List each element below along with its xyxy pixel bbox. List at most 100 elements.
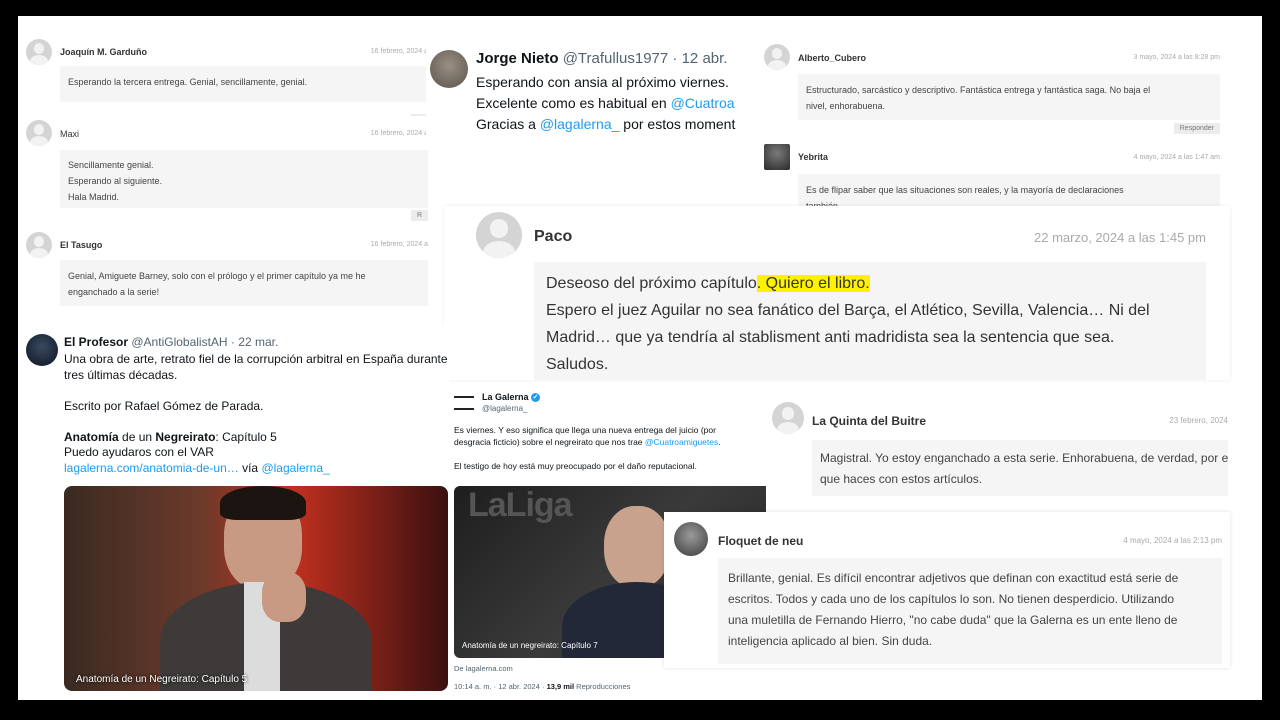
mention-link[interactable]: @Cuatroamiguetes — [645, 437, 718, 447]
tweet-text: . — [718, 437, 721, 447]
comment-line: Sencillamente genial. — [68, 160, 154, 170]
mention-link[interactable]: @lagalerna_ — [540, 116, 620, 132]
avatar — [764, 144, 790, 170]
mention-link[interactable]: @lagalerna_ — [261, 461, 329, 475]
comment-line: escritos. Todos y cada uno de los capítu… — [728, 592, 1175, 606]
comment-author: El Tasugo — [60, 240, 103, 250]
tweet-handle[interactable]: @AntiGlobalistAH — [131, 335, 227, 349]
tweet-timestamp[interactable]: 10:14 a. m. · 12 abr. 2024 · — [454, 682, 547, 691]
tweet-line: Escrito por Rafael Gómez de Parada. — [64, 398, 264, 413]
tweet-text: por estos moment — [619, 116, 736, 132]
comment-paco: Paco 22 marzo, 2024 a las 1:45 pm Deseos… — [444, 206, 1230, 380]
separator: · — [668, 50, 682, 67]
views-count: 13,9 mil — [546, 682, 575, 691]
tweet-text: de un — [118, 429, 156, 444]
laliga-logo-text: LaLiga — [468, 486, 573, 524]
comment-line: enganchado a la serie! — [68, 287, 160, 297]
tweet-header: El Profesor @AntiGlobalistAH · 22 mar. — [64, 335, 278, 349]
verified-icon: ✓ — [531, 393, 541, 403]
comment-author: La Quinta del Buitre — [812, 414, 927, 428]
comment-line: Brillante, genial. Es difícil encontrar … — [728, 571, 1179, 585]
comment-alberto: Alberto_Cubero 3 mayo, 2024 a las 8:28 p… — [758, 38, 1224, 138]
comment-body: Deseoso del próximo capítulo. Quiero el … — [534, 262, 1206, 380]
comment-yebrita: Yebrita 4 mayo, 2024 a las 1:47 am Es de… — [758, 140, 1224, 210]
separator: · — [227, 335, 239, 349]
avatar — [764, 44, 790, 70]
bold-text: Anatomía — [64, 429, 119, 444]
comment-text: Esperando la tercera entrega. Genial, se… — [68, 77, 308, 87]
tweet-image[interactable]: Anatomía de un Negreirato: Capítulo 5 — [64, 486, 448, 691]
avatar — [26, 232, 52, 258]
tweet-body: Esperando con ansia al próximo viernes. … — [476, 72, 735, 135]
comment-line: Estructurado, sarcástico y descriptivo. … — [806, 85, 1151, 95]
source-label[interactable]: De lagalerna.com — [454, 664, 513, 673]
comment-author: Yebrita — [798, 152, 829, 162]
comment-body: Es de flipar saber que las situaciones s… — [798, 174, 1220, 210]
tweet-text: desgracia ficticio) sobre el negreirato … — [454, 437, 645, 447]
avatar — [476, 212, 522, 258]
tweet-body: Una obra de arte, retrato fiel de la cor… — [64, 352, 448, 476]
comment-date: 4 mayo, 2024 a las 1:47 am — [1133, 154, 1220, 161]
comment-date: 22 marzo, 2024 a las 1:45 pm — [1034, 230, 1206, 245]
tweet-author[interactable]: Jorge Nieto — [476, 50, 559, 67]
comment-floquet: Floquet de neu 4 mayo, 2024 a las 2:13 p… — [664, 512, 1230, 668]
collage-canvas: Joaquín M. Garduño 16 febrero, 2024 a Es… — [18, 16, 1262, 700]
comment-line: Genial, Amiguete Barney, solo con el pró… — [68, 271, 366, 281]
comment-line: Madrid… que ya tendría al stablisment an… — [546, 329, 1115, 346]
comment-body: Esperando la tercera entrega. Genial, se… — [60, 66, 428, 102]
comment-author: Alberto_Cubero — [798, 53, 867, 63]
comment-line: Espero el juez Aguilar no sea fanático d… — [546, 302, 1150, 319]
comment-body: Estructurado, sarcástico y descriptivo. … — [798, 74, 1220, 120]
comment-body: Magistral. Yo estoy enganchado a esta se… — [812, 440, 1228, 496]
comment-author: Floquet de neu — [718, 534, 804, 548]
reply-button[interactable]: Responder — [1173, 123, 1220, 134]
tweet-line: Es viernes. Y eso significa que llega un… — [454, 425, 716, 435]
comment-line: Magistral. Yo estoy enganchado a esta se… — [820, 451, 1228, 465]
views-label: Reproducciones — [574, 682, 631, 691]
comment-line: inteligencia aplicado al bien. Sin duda. — [728, 634, 933, 648]
comment-date: 23 febrero, 2024 — [1169, 416, 1228, 425]
comment-line: una muletilla de Fernando Hierro, "no ca… — [728, 613, 1178, 627]
comment-tasugo: El Tasugo 16 febrero, 2024 a Genial, Ami… — [18, 228, 428, 308]
mention-link[interactable]: @Cuatroa — [671, 95, 735, 111]
article-link[interactable]: lagalerna.com/anatomia-de-un… — [64, 461, 239, 475]
tweet-author[interactable]: La Galerna — [482, 392, 529, 402]
tweet-text: vía — [238, 460, 262, 475]
tweet-meta: 10:14 a. m. · 12 abr. 2024 · 13,9 mil Re… — [454, 682, 630, 691]
tweet-text: : Capítulo 5 — [215, 429, 277, 444]
comment-body: Brillante, genial. Es difícil encontrar … — [718, 558, 1222, 664]
reply-button[interactable]: R — [410, 210, 428, 221]
tweet-author[interactable]: El Profesor — [64, 335, 128, 349]
galerna-logo — [454, 396, 474, 410]
portrait-hand — [262, 572, 306, 622]
tweet-line: tres últimas décadas. — [64, 367, 178, 382]
comment-line: que haces con estos artículos. — [820, 472, 983, 486]
tweet-line: Una obra de arte, retrato fiel de la cor… — [64, 352, 448, 366]
comment-maxi: Maxi 16 febrero, 2024 a Sencillamente ge… — [18, 116, 428, 226]
tweet-header: Jorge Nieto @Trafullus1977 · 12 abr. — [476, 50, 727, 67]
comment-author: Maxi — [60, 129, 80, 139]
comment-line: Esperando al siguiente. — [68, 176, 163, 186]
tweet-body: Es viernes. Y eso significa que llega un… — [454, 424, 721, 472]
tweet-line: Esperando con ansia al próximo viernes. — [476, 74, 729, 90]
comment-date: 3 mayo, 2024 a las 8:28 pm — [1133, 54, 1220, 61]
comment-date: 16 febrero, 2024 a — [370, 130, 428, 137]
tweet-profesor: El Profesor @AntiGlobalistAH · 22 mar. U… — [18, 326, 450, 700]
avatar — [26, 39, 52, 65]
tweet-date[interactable]: 12 abr. — [682, 50, 728, 67]
comment-line: Hala Madrid. — [68, 192, 120, 202]
tweet-author-row: La Galerna ✓ — [482, 392, 541, 403]
comment-line: Saludos. — [546, 356, 609, 373]
avatar — [430, 50, 468, 88]
avatar — [674, 522, 708, 556]
comment-date: 16 febrero, 2024 a — [370, 48, 428, 55]
comment-body: Sencillamente genial. Esperando al sigui… — [60, 150, 428, 208]
comment-author: Joaquín M. Garduño — [60, 47, 147, 57]
comment-date: 4 mayo, 2024 a las 2:13 pm — [1123, 536, 1222, 545]
comment-line: nivel, enhorabuena. — [806, 101, 886, 111]
tweet-line: El testigo de hoy está muy preocupado po… — [454, 461, 697, 471]
tweet-date[interactable]: 22 mar. — [238, 335, 278, 349]
tweet-text: Gracias a — [476, 116, 540, 132]
tweet-handle[interactable]: @Trafullus1977 — [563, 50, 669, 67]
tweet-handle[interactable]: @lagalerna_ — [482, 404, 527, 413]
